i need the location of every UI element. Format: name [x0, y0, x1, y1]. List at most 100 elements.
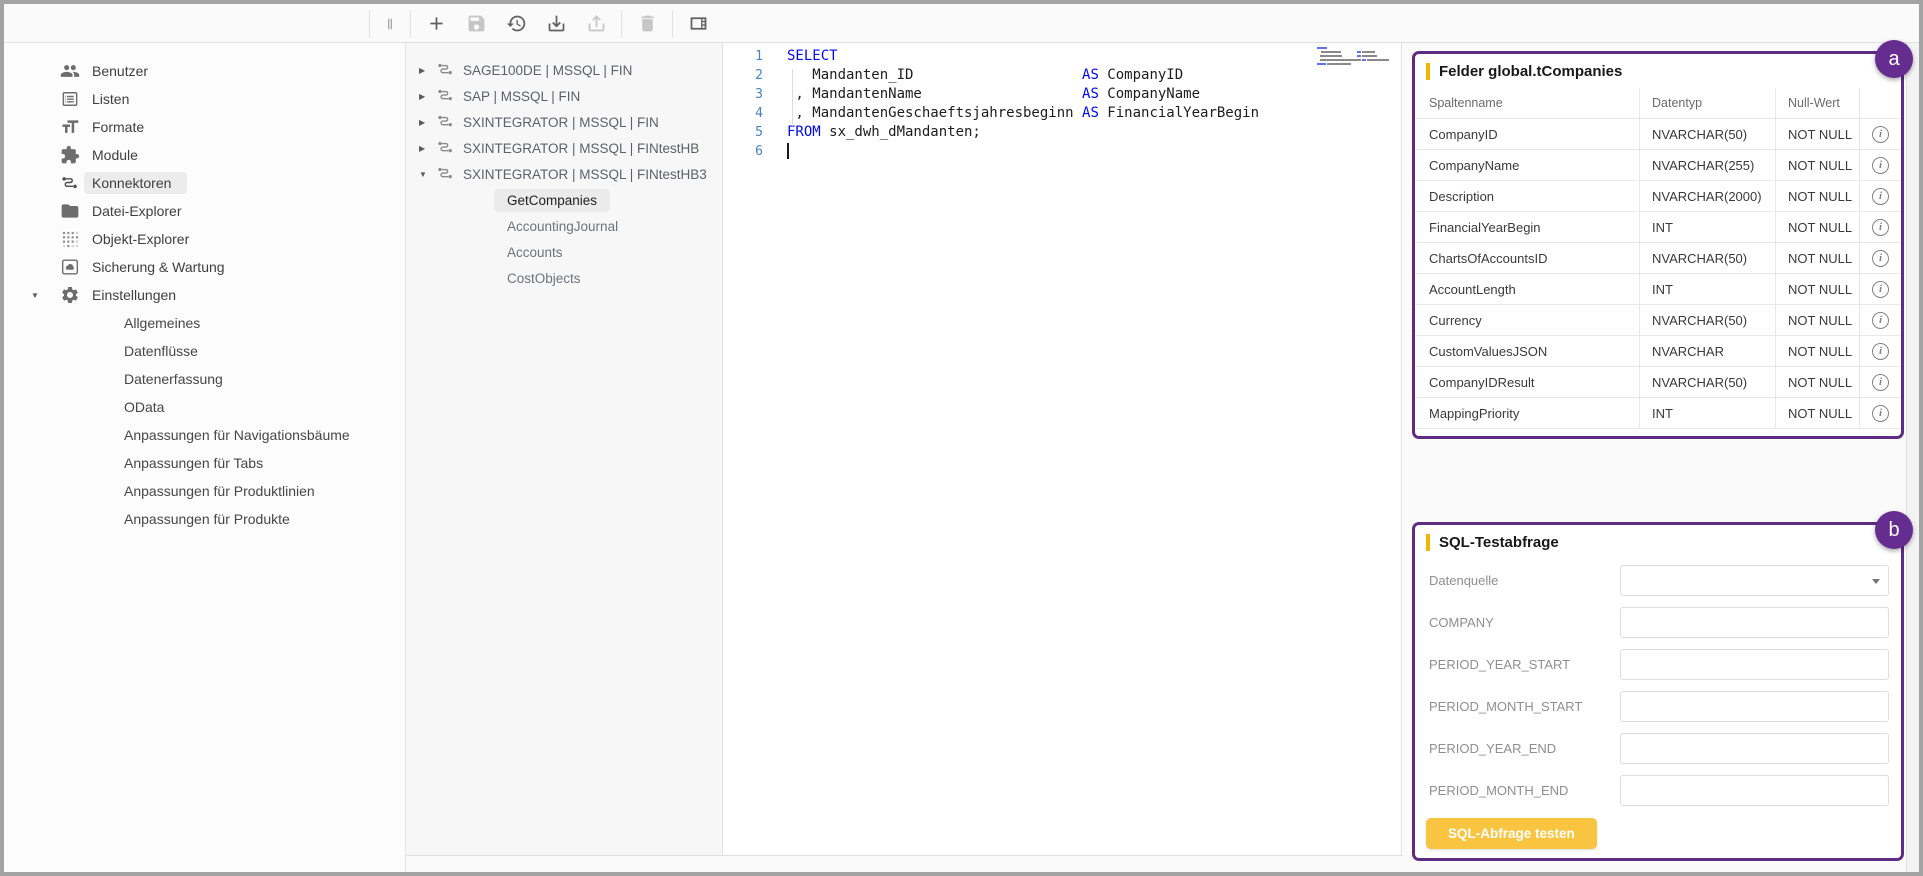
sidebar-item[interactable]: Module — [4, 141, 405, 169]
field-control[interactable] — [1620, 649, 1889, 680]
info-icon[interactable] — [1872, 126, 1889, 143]
table-row: CompanyName NVARCHAR(255) NOT NULL — [1415, 150, 1901, 181]
sidebar-item-label: Allgemeines — [124, 315, 200, 331]
field-input[interactable] — [1621, 650, 1888, 679]
cell-null-value: NOT NULL — [1775, 243, 1859, 273]
sidebar-item[interactable]: Anpassungen für Produkte — [4, 505, 405, 533]
toolbar-item[interactable] — [536, 4, 576, 43]
tree-item[interactable]: SAP | MSSQL | FIN — [406, 83, 722, 109]
field-input[interactable] — [1621, 734, 1888, 763]
info-icon[interactable] — [1872, 250, 1889, 267]
toolbar-item[interactable] — [410, 10, 411, 38]
sidebar-item-icon — [92, 509, 112, 529]
sidebar-item[interactable]: Anpassungen für Produktlinien — [4, 477, 405, 505]
field-input[interactable] — [1621, 692, 1888, 721]
field-input[interactable] — [1621, 566, 1888, 595]
field-input[interactable] — [1621, 776, 1888, 805]
sidebar-item-label: Formate — [92, 119, 144, 135]
cell-datatype: NVARCHAR(2000) — [1639, 181, 1775, 211]
scrollbar-track[interactable] — [1906, 43, 1919, 872]
tree-item-label: AccountingJournal — [507, 219, 618, 234]
tree-item[interactable]: GetCompanies — [406, 187, 722, 213]
sidebar-item[interactable]: Formate — [4, 113, 405, 141]
tree-expand-icon[interactable] — [419, 66, 436, 75]
sidebar-item[interactable]: OData — [4, 393, 405, 421]
connector-icon — [480, 216, 500, 236]
info-icon[interactable] — [1872, 312, 1889, 329]
sidebar-item[interactable]: Datenerfassung — [4, 365, 405, 393]
info-icon[interactable] — [1872, 219, 1889, 236]
toolbar-item[interactable] — [496, 4, 536, 43]
info-icon[interactable] — [1872, 188, 1889, 205]
test-form: Datenquelle COMPANY PERIOD_YEAR_START — [1415, 559, 1901, 811]
sidebar-item-icon — [92, 313, 112, 333]
sidebar-item[interactable]: Listen — [4, 85, 405, 113]
cell-null-value: NOT NULL — [1775, 150, 1859, 180]
info-icon[interactable] — [1872, 281, 1889, 298]
tree-expand-icon[interactable] — [419, 144, 436, 153]
sidebar-item-label: Benutzer — [92, 63, 148, 79]
field-control[interactable] — [1620, 607, 1889, 638]
table-row: AccountLength INT NOT NULL — [1415, 274, 1901, 305]
field-control[interactable] — [1620, 691, 1889, 722]
run-test-query-button[interactable]: SQL-Abfrage testen — [1426, 818, 1597, 849]
tree-item[interactable]: Accounts — [406, 239, 722, 265]
sidebar-item[interactable]: Benutzer — [4, 57, 405, 85]
cell-datatype: NVARCHAR(255) — [1639, 150, 1775, 180]
info-icon[interactable] — [1872, 374, 1889, 391]
toolbar-item[interactable] — [678, 4, 718, 43]
column-header — [1859, 88, 1901, 118]
field-control[interactable] — [1620, 775, 1889, 806]
connector-icon — [436, 60, 456, 80]
sidebar-item[interactable]: Konnektoren — [4, 169, 405, 197]
toolbar-item[interactable] — [621, 10, 622, 38]
cell-datatype: INT — [1639, 212, 1775, 242]
toolbar-item[interactable] — [375, 15, 405, 33]
tree-item[interactable]: AccountingJournal — [406, 213, 722, 239]
sidebar-item[interactable]: Anpassungen für Tabs — [4, 449, 405, 477]
sidebar-item[interactable]: Sicherung & Wartung — [4, 253, 405, 281]
toolbar-item[interactable] — [576, 4, 616, 43]
field-control[interactable] — [1620, 565, 1889, 596]
sql-editor[interactable]: 1 SELECT 2 Mandanten_ID AS CompanyID 3 ,… — [723, 43, 1402, 855]
tree-expand-icon[interactable] — [419, 170, 436, 179]
field-control[interactable] — [1620, 733, 1889, 764]
column-header: Spaltenname — [1415, 88, 1639, 118]
tree-item-label: SXINTEGRATOR | MSSQL | FIN — [463, 115, 659, 130]
cell-datatype: NVARCHAR(50) — [1639, 367, 1775, 397]
annotation-badge-a: a — [1875, 40, 1913, 78]
cell-datatype: NVARCHAR — [1639, 336, 1775, 366]
tree-expand-icon[interactable] — [419, 92, 436, 101]
editor-minimap[interactable] — [1315, 47, 1395, 67]
sidebar-item[interactable]: Datenflüsse — [4, 337, 405, 365]
sidebar-item[interactable]: Datei-Explorer — [4, 197, 405, 225]
tree-item[interactable]: CostObjects — [406, 265, 722, 291]
info-icon[interactable] — [1872, 157, 1889, 174]
tree-item[interactable]: SXINTEGRATOR | MSSQL | FIN — [406, 109, 722, 135]
sidebar-item[interactable]: Objekt-Explorer — [4, 225, 405, 253]
sidebar-item[interactable]: Anpassungen für Navigationsbäume — [4, 421, 405, 449]
cell-null-value: NOT NULL — [1775, 305, 1859, 335]
field-label: Datenquelle — [1429, 573, 1620, 588]
form-row: PERIOD_MONTH_END — [1415, 769, 1901, 811]
cell-null-value: NOT NULL — [1775, 181, 1859, 211]
code-line: 2 Mandanten_ID AS CompanyID — [723, 66, 1401, 85]
table-row: FinancialYearBegin INT NOT NULL — [1415, 212, 1901, 243]
info-icon[interactable] — [1872, 405, 1889, 422]
toolbar-item[interactable] — [369, 10, 370, 38]
column-header: Null-Wert — [1775, 88, 1859, 118]
tree-item[interactable]: SAGE100DE | MSSQL | FIN — [406, 57, 722, 83]
toolbar-item[interactable] — [672, 10, 673, 38]
toolbar-item[interactable] — [627, 4, 667, 43]
info-icon[interactable] — [1872, 343, 1889, 360]
tree-item[interactable]: SXINTEGRATOR | MSSQL | FINtestHB3 — [406, 161, 722, 187]
sidebar-item-label: Anpassungen für Produktlinien — [124, 483, 315, 499]
field-input[interactable] — [1621, 608, 1888, 637]
toolbar-item[interactable] — [416, 4, 456, 43]
toolbar-item[interactable] — [456, 4, 496, 43]
sidebar-item[interactable]: Einstellungen — [4, 281, 405, 309]
app-window: Benutzer Listen Formate — [0, 0, 1923, 876]
tree-item[interactable]: SXINTEGRATOR | MSSQL | FINtestHB — [406, 135, 722, 161]
sidebar-item[interactable]: Allgemeines — [4, 309, 405, 337]
tree-expand-icon[interactable] — [419, 118, 436, 127]
